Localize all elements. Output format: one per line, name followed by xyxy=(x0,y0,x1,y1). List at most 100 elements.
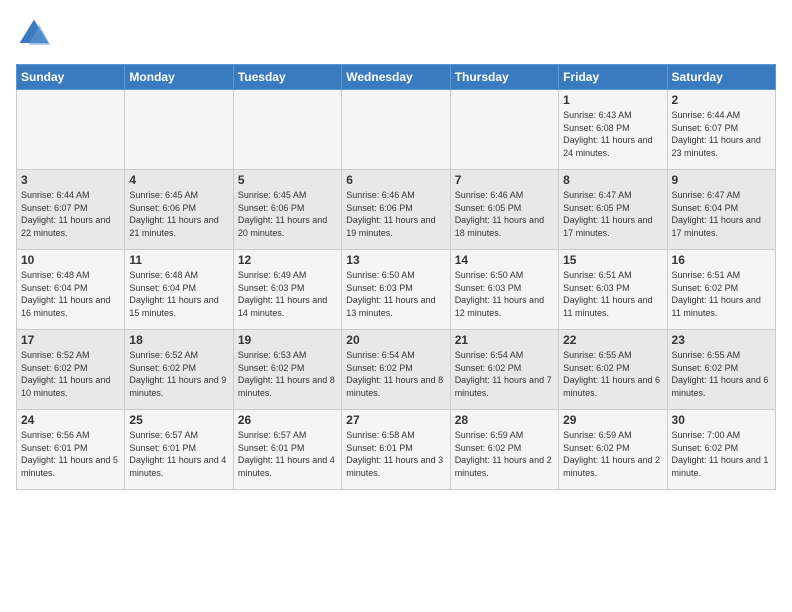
week-row-2: 10 Sunrise: 6:48 AM Sunset: 6:04 PM Dayli… xyxy=(17,250,776,330)
day-cell: 7 Sunrise: 6:46 AM Sunset: 6:05 PM Daylig… xyxy=(450,170,558,250)
day-info: Sunrise: 6:51 AM Sunset: 6:02 PM Dayligh… xyxy=(672,269,771,319)
day-number: 11 xyxy=(129,253,228,267)
day-info: Sunrise: 6:45 AM Sunset: 6:06 PM Dayligh… xyxy=(129,189,228,239)
day-cell: 23 Sunrise: 6:55 AM Sunset: 6:02 PM Dayli… xyxy=(667,330,775,410)
day-number: 7 xyxy=(455,173,554,187)
day-number: 12 xyxy=(238,253,337,267)
day-info: Sunrise: 6:59 AM Sunset: 6:02 PM Dayligh… xyxy=(563,429,662,479)
day-number: 15 xyxy=(563,253,662,267)
day-info: Sunrise: 6:53 AM Sunset: 6:02 PM Dayligh… xyxy=(238,349,337,399)
day-number: 29 xyxy=(563,413,662,427)
day-number: 9 xyxy=(672,173,771,187)
day-cell: 12Sunrise: 6:49 AM Sunset: 6:03 PM Dayli… xyxy=(233,250,341,330)
logo-icon xyxy=(16,16,52,52)
day-info: Sunrise: 6:55 AM Sunset: 6:02 PM Dayligh… xyxy=(563,349,662,399)
day-number: 19 xyxy=(238,333,337,347)
day-number: 14 xyxy=(455,253,554,267)
day-number: 30 xyxy=(672,413,771,427)
day-info: Sunrise: 6:47 AM Sunset: 6:04 PM Dayligh… xyxy=(672,189,771,239)
day-info: Sunrise: 6:46 AM Sunset: 6:05 PM Dayligh… xyxy=(455,189,554,239)
day-info: Sunrise: 6:47 AM Sunset: 6:05 PM Dayligh… xyxy=(563,189,662,239)
day-cell: 13 Sunrise: 6:50 AM Sunset: 6:03 PM Dayli… xyxy=(342,250,450,330)
day-cell: 9 Sunrise: 6:47 AM Sunset: 6:04 PM Daylig… xyxy=(667,170,775,250)
day-number: 6 xyxy=(346,173,445,187)
day-number: 4 xyxy=(129,173,228,187)
day-number: 18 xyxy=(129,333,228,347)
day-info: Sunrise: 6:45 AM Sunset: 6:06 PM Dayligh… xyxy=(238,189,337,239)
day-number: 13 xyxy=(346,253,445,267)
week-row-4: 24 Sunrise: 6:56 AM Sunset: 6:01 PM Dayli… xyxy=(17,410,776,490)
day-number: 16 xyxy=(672,253,771,267)
day-cell xyxy=(342,90,450,170)
week-row-0: 1 Sunrise: 6:43 AM Sunset: 6:08 PM Daylig… xyxy=(17,90,776,170)
day-cell: 10 Sunrise: 6:48 AM Sunset: 6:04 PM Dayli… xyxy=(17,250,125,330)
day-number: 23 xyxy=(672,333,771,347)
day-info: Sunrise: 6:50 AM Sunset: 6:03 PM Dayligh… xyxy=(455,269,554,319)
header-row: SundayMondayTuesdayWednesdayThursdayFrid… xyxy=(17,65,776,90)
day-cell: 24 Sunrise: 6:56 AM Sunset: 6:01 PM Dayli… xyxy=(17,410,125,490)
day-info: Sunrise: 6:44 AM Sunset: 6:07 PM Dayligh… xyxy=(21,189,120,239)
day-info: Sunrise: 6:51 AM Sunset: 6:03 PM Dayligh… xyxy=(563,269,662,319)
day-cell: 15 Sunrise: 6:51 AM Sunset: 6:03 PM Dayli… xyxy=(559,250,667,330)
day-number: 5 xyxy=(238,173,337,187)
day-number: 3 xyxy=(21,173,120,187)
day-number: 22 xyxy=(563,333,662,347)
day-info: Sunrise: 6:54 AM Sunset: 6:02 PM Dayligh… xyxy=(346,349,445,399)
day-number: 20 xyxy=(346,333,445,347)
day-cell: 30Sunrise: 7:00 AM Sunset: 6:02 PM Dayli… xyxy=(667,410,775,490)
day-info: Sunrise: 6:58 AM Sunset: 6:01 PM Dayligh… xyxy=(346,429,445,479)
day-cell: 27 Sunrise: 6:58 AM Sunset: 6:01 PM Dayli… xyxy=(342,410,450,490)
day-cell: 6 Sunrise: 6:46 AM Sunset: 6:06 PM Daylig… xyxy=(342,170,450,250)
day-info: Sunrise: 6:57 AM Sunset: 6:01 PM Dayligh… xyxy=(129,429,228,479)
day-cell: 18 Sunrise: 6:52 AM Sunset: 6:02 PM Dayli… xyxy=(125,330,233,410)
day-cell: 19 Sunrise: 6:53 AM Sunset: 6:02 PM Dayli… xyxy=(233,330,341,410)
day-cell: 14 Sunrise: 6:50 AM Sunset: 6:03 PM Dayli… xyxy=(450,250,558,330)
day-cell: 20 Sunrise: 6:54 AM Sunset: 6:02 PM Dayli… xyxy=(342,330,450,410)
day-info: Sunrise: 6:44 AM Sunset: 6:07 PM Dayligh… xyxy=(672,109,771,159)
day-number: 24 xyxy=(21,413,120,427)
day-info: Sunrise: 6:59 AM Sunset: 6:02 PM Dayligh… xyxy=(455,429,554,479)
day-cell: 1 Sunrise: 6:43 AM Sunset: 6:08 PM Daylig… xyxy=(559,90,667,170)
day-cell xyxy=(125,90,233,170)
header-thursday: Thursday xyxy=(450,65,558,90)
day-cell: 25 Sunrise: 6:57 AM Sunset: 6:01 PM Dayli… xyxy=(125,410,233,490)
day-info: Sunrise: 6:52 AM Sunset: 6:02 PM Dayligh… xyxy=(129,349,228,399)
day-number: 21 xyxy=(455,333,554,347)
day-number: 28 xyxy=(455,413,554,427)
day-info: Sunrise: 6:48 AM Sunset: 6:04 PM Dayligh… xyxy=(21,269,120,319)
day-cell: 3 Sunrise: 6:44 AM Sunset: 6:07 PM Daylig… xyxy=(17,170,125,250)
day-cell xyxy=(233,90,341,170)
header-sunday: Sunday xyxy=(17,65,125,90)
day-info: Sunrise: 6:55 AM Sunset: 6:02 PM Dayligh… xyxy=(672,349,771,399)
day-info: Sunrise: 6:46 AM Sunset: 6:06 PM Dayligh… xyxy=(346,189,445,239)
day-number: 1 xyxy=(563,93,662,107)
day-cell: 5 Sunrise: 6:45 AM Sunset: 6:06 PM Daylig… xyxy=(233,170,341,250)
day-info: Sunrise: 6:43 AM Sunset: 6:08 PM Dayligh… xyxy=(563,109,662,159)
day-cell: 2 Sunrise: 6:44 AM Sunset: 6:07 PM Daylig… xyxy=(667,90,775,170)
calendar-table: SundayMondayTuesdayWednesdayThursdayFrid… xyxy=(16,64,776,490)
day-info: Sunrise: 6:57 AM Sunset: 6:01 PM Dayligh… xyxy=(238,429,337,479)
day-info: Sunrise: 6:54 AM Sunset: 6:02 PM Dayligh… xyxy=(455,349,554,399)
day-cell: 4 Sunrise: 6:45 AM Sunset: 6:06 PM Daylig… xyxy=(125,170,233,250)
day-cell: 17Sunrise: 6:52 AM Sunset: 6:02 PM Dayli… xyxy=(17,330,125,410)
header-tuesday: Tuesday xyxy=(233,65,341,90)
logo xyxy=(16,16,56,52)
week-row-3: 17 Sunrise: 6:52 AM Sunset: 6:02 PM Dayli… xyxy=(17,330,776,410)
day-number: 10 xyxy=(21,253,120,267)
day-cell: 11 Sunrise: 6:48 AM Sunset: 6:04 PM Dayli… xyxy=(125,250,233,330)
day-info: Sunrise: 6:56 AM Sunset: 6:01 PM Dayligh… xyxy=(21,429,120,479)
day-number: 25 xyxy=(129,413,228,427)
day-cell xyxy=(17,90,125,170)
day-info: Sunrise: 6:48 AM Sunset: 6:04 PM Dayligh… xyxy=(129,269,228,319)
day-number: 26 xyxy=(238,413,337,427)
day-cell: 28 Sunrise: 6:59 AM Sunset: 6:02 PM Dayli… xyxy=(450,410,558,490)
day-cell xyxy=(450,90,558,170)
day-number: 17 xyxy=(21,333,120,347)
header-monday: Monday xyxy=(125,65,233,90)
day-number: 2 xyxy=(672,93,771,107)
day-info: Sunrise: 6:50 AM Sunset: 6:03 PM Dayligh… xyxy=(346,269,445,319)
header-saturday: Saturday xyxy=(667,65,775,90)
day-number: 27 xyxy=(346,413,445,427)
day-number: 8 xyxy=(563,173,662,187)
header-wednesday: Wednesday xyxy=(342,65,450,90)
